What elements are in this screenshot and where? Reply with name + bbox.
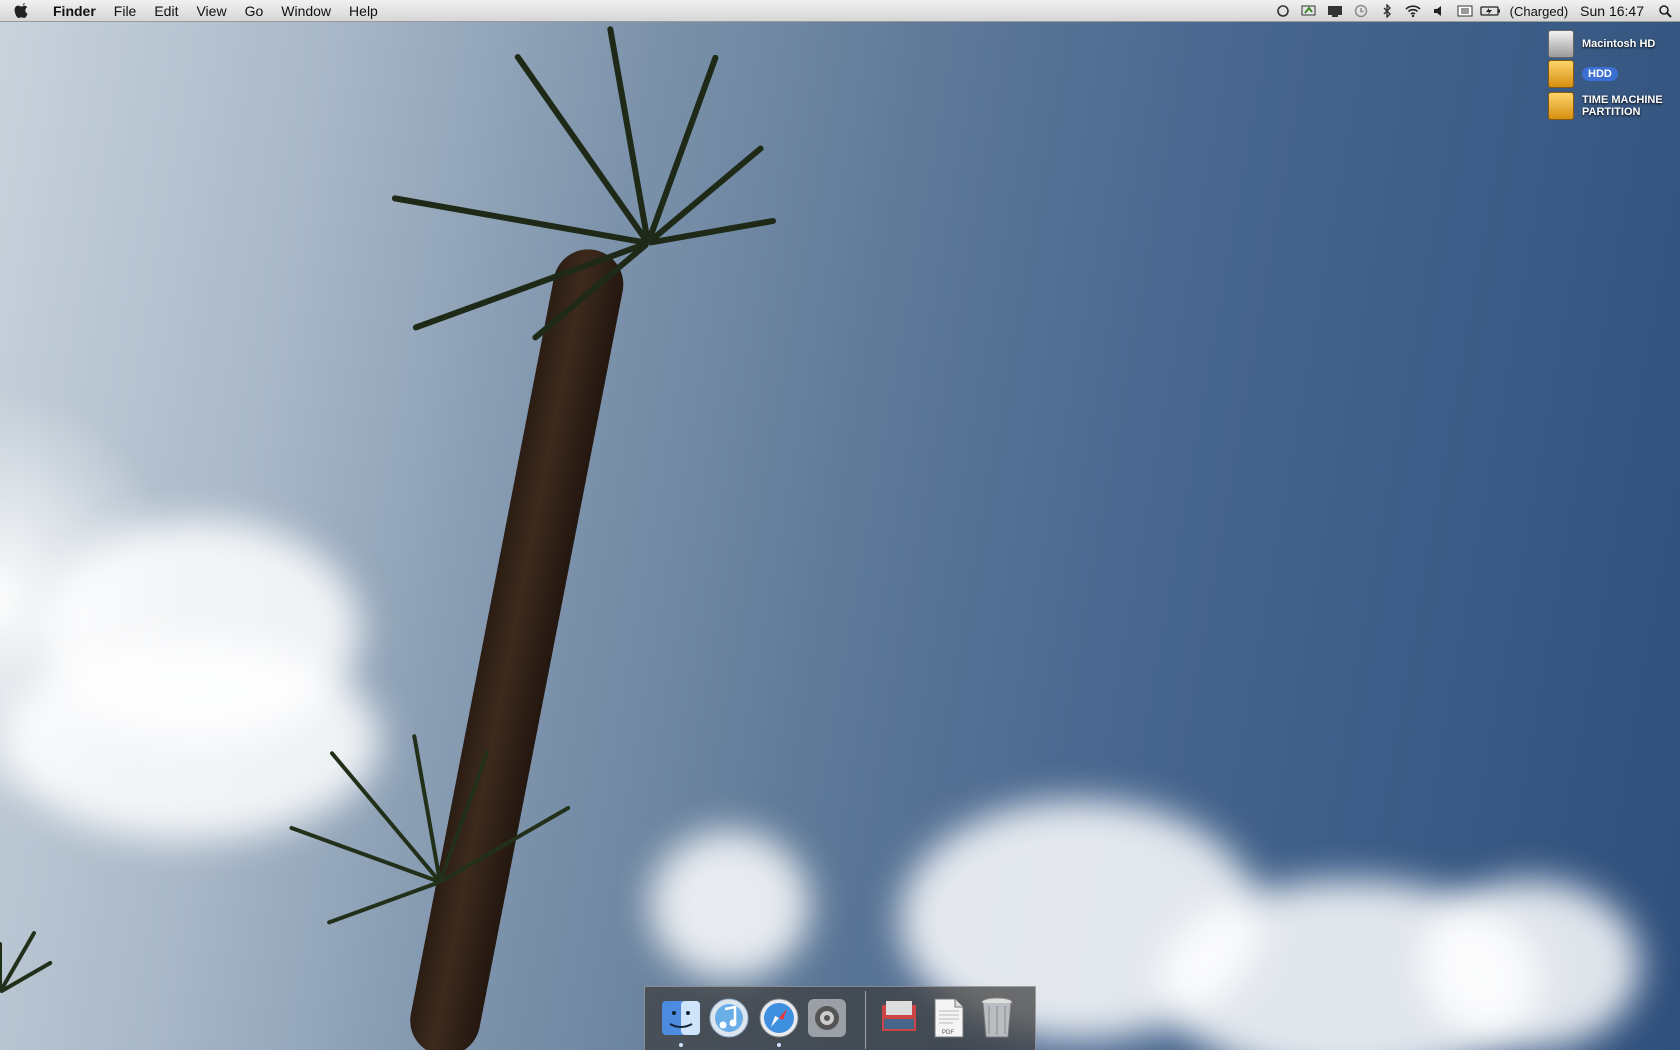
wifi-icon[interactable] bbox=[1400, 0, 1426, 22]
status-area: (Charged) Sun 16:47 bbox=[1270, 0, 1680, 22]
apple-menu[interactable] bbox=[0, 0, 44, 22]
menu-edit[interactable]: Edit bbox=[145, 0, 187, 22]
menu-bar: Finder File Edit View Go Window Help (Ch… bbox=[0, 0, 1680, 22]
bluetooth-icon[interactable] bbox=[1374, 0, 1400, 22]
external-drive-icon bbox=[1548, 60, 1574, 88]
dock-finder[interactable] bbox=[659, 995, 703, 1047]
battery-icon[interactable] bbox=[1478, 0, 1504, 22]
desktop-wallpaper bbox=[0, 0, 1680, 1050]
desktop-icon-macintosh-hd[interactable]: Macintosh HD bbox=[1548, 30, 1655, 58]
dock-separator bbox=[865, 991, 866, 1049]
desktop-icon-label-line1: TIME MACHINE bbox=[1582, 94, 1663, 106]
safari-icon bbox=[759, 998, 799, 1038]
desktop-icon-label: TIME MACHINE PARTITION bbox=[1582, 94, 1663, 118]
volume-icon[interactable] bbox=[1426, 0, 1452, 22]
pdf-document-icon: PDF bbox=[934, 998, 964, 1038]
display-icon[interactable] bbox=[1322, 0, 1348, 22]
dock-downloads-stack[interactable] bbox=[877, 995, 921, 1041]
gpu-switch-icon[interactable] bbox=[1296, 0, 1322, 22]
input-menu-icon[interactable] bbox=[1452, 0, 1478, 22]
desktop-icon-hdd[interactable]: HDD bbox=[1548, 60, 1618, 88]
cloud bbox=[0, 640, 380, 840]
menu-view[interactable]: View bbox=[187, 0, 235, 22]
palm-trunk bbox=[404, 243, 630, 1050]
itunes-icon bbox=[709, 998, 749, 1038]
dock-system-preferences[interactable] bbox=[805, 995, 849, 1041]
cloud bbox=[650, 830, 810, 980]
desktop-icon-label-line2: PARTITION bbox=[1582, 106, 1641, 118]
spotlight-search-icon[interactable] bbox=[1650, 0, 1680, 22]
svg-text:PDF: PDF bbox=[942, 1030, 954, 1036]
desktop-icon-time-machine-partition[interactable]: TIME MACHINE PARTITION bbox=[1548, 92, 1663, 120]
menu-go[interactable]: Go bbox=[236, 0, 273, 22]
internal-drive-icon bbox=[1548, 30, 1574, 58]
dock-itunes[interactable] bbox=[707, 995, 751, 1041]
running-indicator bbox=[777, 1043, 781, 1047]
downloads-stack-icon bbox=[882, 1001, 916, 1031]
menu-file[interactable]: File bbox=[105, 0, 146, 22]
dock-trash[interactable] bbox=[975, 995, 1019, 1041]
apple-logo-icon bbox=[14, 2, 28, 18]
app-menu-finder[interactable]: Finder bbox=[44, 0, 105, 22]
dock-safari[interactable] bbox=[757, 995, 801, 1047]
menu-window[interactable]: Window bbox=[272, 0, 340, 22]
dock-pdf-document[interactable]: PDF bbox=[927, 995, 971, 1041]
trash-icon bbox=[981, 997, 1013, 1038]
finder-icon bbox=[662, 1001, 700, 1035]
menu-help[interactable]: Help bbox=[340, 0, 387, 22]
time-machine-icon[interactable] bbox=[1348, 0, 1374, 22]
clock[interactable]: Sun 16:47 bbox=[1574, 3, 1650, 19]
running-indicator bbox=[679, 1043, 683, 1047]
dock: PDF bbox=[644, 986, 1036, 1050]
cloud bbox=[1420, 880, 1640, 1050]
desktop-icon-label: Macintosh HD bbox=[1582, 38, 1656, 50]
desktop-icon-label: HDD bbox=[1582, 67, 1618, 81]
sync-icon[interactable] bbox=[1270, 0, 1296, 22]
battery-status: (Charged) bbox=[1509, 3, 1569, 19]
system-preferences-icon bbox=[808, 999, 846, 1037]
external-drive-icon bbox=[1548, 92, 1574, 120]
